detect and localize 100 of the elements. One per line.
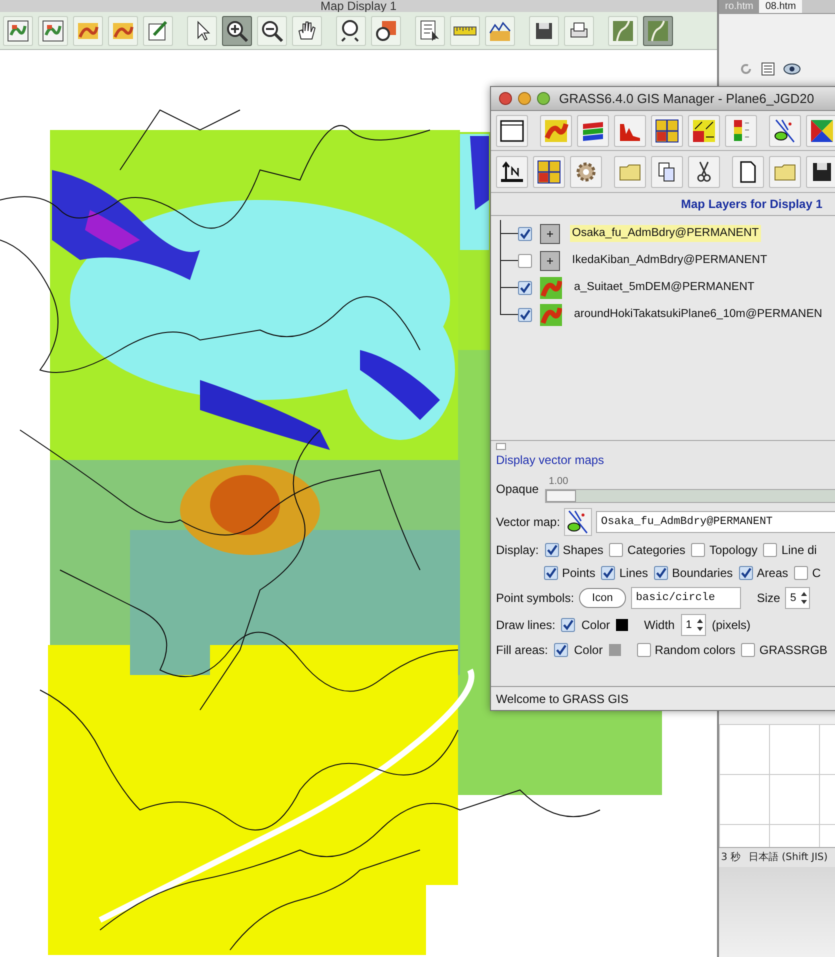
symbol-field[interactable]: basic/circle	[630, 587, 741, 609]
layer-name[interactable]: IkedaKiban_AdmBdry@PERMANENT	[570, 252, 770, 270]
north-arrow-icon	[499, 158, 525, 184]
checkbox-label: Boundaries	[672, 565, 733, 582]
checkbox[interactable]	[601, 566, 616, 580]
field-label: Width	[644, 617, 675, 634]
toolbar-button[interactable]	[496, 156, 528, 188]
scrollbar-handle[interactable]	[496, 442, 506, 450]
checkbox[interactable]	[544, 566, 558, 580]
toolbar-button[interactable]	[806, 114, 835, 146]
checkbox-label: Shapes	[562, 542, 604, 559]
map-icon	[646, 18, 670, 42]
field-label: (pixels)	[712, 617, 751, 634]
layer-name[interactable]: aroundHokiTakatsukiPlane6_10m@PERMANEN	[572, 306, 824, 324]
toolbar-button[interactable]	[769, 114, 801, 146]
color-swatch[interactable]	[616, 619, 628, 631]
field-label: Color	[581, 617, 610, 634]
close-button[interactable]	[499, 92, 512, 105]
zoom-button[interactable]	[537, 92, 550, 105]
checkbox-label: Areas	[756, 565, 788, 582]
checkbox[interactable]	[518, 226, 532, 240]
slider-reading: 1.00	[548, 475, 570, 489]
checkbox[interactable]	[636, 643, 651, 657]
checkbox[interactable]	[654, 566, 668, 580]
toolbar-button[interactable]	[533, 156, 565, 188]
toolbar-button[interactable]	[732, 156, 764, 188]
color-swatch[interactable]	[608, 644, 621, 656]
toolbar-button[interactable]	[496, 114, 528, 146]
layer-name[interactable]: Osaka_fu_AdmBdry@PERMANENT	[570, 224, 761, 242]
toolbar-button[interactable]	[222, 16, 252, 46]
checkbox-label: Topology	[709, 542, 758, 559]
checkbox-label: C	[812, 565, 821, 582]
field-label: Vector map:	[496, 514, 560, 531]
checkbox[interactable]	[794, 566, 808, 580]
browser-tab[interactable]: 08.htm	[759, 0, 802, 13]
slider-thumb[interactable]	[546, 490, 576, 502]
edit-icon	[146, 18, 170, 42]
field-label: Fill areas:	[496, 642, 548, 659]
toolbar-button[interactable]	[688, 156, 720, 188]
field-label: Color	[574, 642, 603, 659]
field-label: Display:	[496, 542, 539, 559]
icon-button[interactable]: Icon	[579, 588, 626, 608]
opacity-slider[interactable]	[544, 489, 835, 503]
width-spinbox[interactable]: 1	[680, 614, 706, 636]
field-label: Point symbols:	[496, 590, 574, 607]
toolbar-button[interactable]	[806, 156, 835, 188]
grid-icon	[536, 158, 562, 184]
arrows-icon	[691, 118, 717, 144]
checkbox[interactable]	[741, 643, 756, 657]
zoom-layer-icon	[374, 18, 398, 42]
field-label: Size	[756, 590, 780, 607]
window-title: Map Display 1	[320, 0, 397, 12]
toolbar-button[interactable]	[651, 114, 683, 146]
zoom-out-icon	[260, 18, 284, 42]
toolbar-button[interactable]	[651, 156, 683, 188]
size-spinbox[interactable]: 5	[785, 587, 810, 609]
vector-layer-icon	[540, 224, 560, 244]
checkbox-label: Random colors	[654, 642, 736, 659]
window-icon	[499, 118, 525, 144]
triangles-icon	[809, 118, 835, 144]
grid-icon	[654, 118, 680, 144]
panel-heading: Map Layers for Display 1	[681, 196, 822, 213]
spin-arrows-icon[interactable]	[800, 590, 808, 606]
map-icon	[611, 18, 635, 42]
map-layer-icon	[6, 18, 30, 42]
raster-layer-icon	[540, 276, 562, 298]
checkbox[interactable]	[518, 308, 532, 322]
raster-icon	[543, 118, 569, 144]
checkbox-label: Lines	[619, 565, 648, 582]
checkbox[interactable]	[518, 280, 532, 294]
checkbox[interactable]	[561, 618, 576, 632]
status-text: 日本語 (Shift JIS)	[748, 850, 828, 865]
status-text: Welcome to GRASS GIS	[496, 690, 628, 708]
checkbox-label: GRASSRGB	[759, 642, 828, 659]
vector-map-field[interactable]: Osaka_fu_AdmBdry@PERMANENT	[596, 511, 835, 533]
field-label: Draw lines:	[496, 617, 556, 634]
status-text: 3 秒	[721, 850, 741, 865]
checkbox[interactable]	[763, 543, 778, 557]
section-title: Display vector maps	[496, 452, 606, 469]
toolbar-button[interactable]	[688, 114, 720, 146]
toolbar-button[interactable]	[577, 114, 609, 146]
map-layer-icon	[41, 18, 65, 42]
window-title: GRASS6.4.0 GIS Manager - Plane6_JGD20	[559, 90, 814, 108]
checkbox[interactable]	[609, 543, 624, 557]
layer-name[interactable]: a_Suitaet_5mDEM@PERMANENT	[572, 278, 756, 296]
query-icon	[418, 18, 442, 42]
list-icon[interactable]	[761, 62, 775, 76]
checkbox[interactable]	[738, 566, 753, 580]
checkbox[interactable]	[544, 543, 559, 557]
vector-map-button[interactable]	[564, 508, 592, 536]
checkbox[interactable]	[554, 643, 568, 657]
checkbox[interactable]	[518, 254, 532, 268]
minimize-button[interactable]	[518, 92, 531, 105]
checkbox[interactable]	[691, 543, 706, 557]
field-label: Opaque	[496, 480, 539, 498]
checkbox-label: Points	[562, 565, 596, 582]
checkbox-label: Line di	[781, 542, 817, 559]
spin-arrows-icon[interactable]	[696, 617, 704, 633]
eye-icon[interactable]	[783, 62, 801, 76]
zoom-in-icon	[225, 18, 249, 42]
